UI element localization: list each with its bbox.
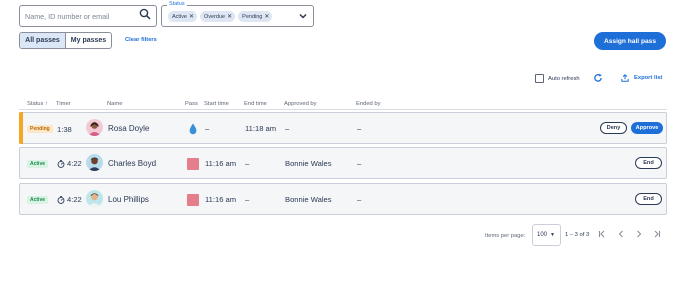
caret-down-icon: ▼	[550, 232, 555, 238]
approve-button[interactable]: Approve	[631, 122, 663, 134]
column-header-timer: Timer	[56, 101, 71, 107]
stopwatch-icon	[57, 195, 65, 204]
restroom-flag-icon	[187, 158, 199, 170]
column-header-ended-by: Ended by	[356, 101, 381, 107]
start-time: 11:16 am	[205, 159, 237, 168]
column-header-name: Name	[107, 101, 123, 107]
all-passes-tab[interactable]: All passes	[20, 33, 66, 48]
status-badge: Active	[27, 196, 49, 204]
timer-value: 1:38	[57, 125, 72, 134]
search-icon[interactable]	[139, 7, 151, 25]
end-time: 11:18 am	[245, 124, 277, 133]
upload-icon	[621, 74, 629, 82]
ended-by: –	[357, 195, 362, 204]
export-list-button[interactable]: Export list	[621, 74, 662, 82]
table-row[interactable]: Active 4:22 Lou Phillips 11:16 am – Bonn…	[19, 183, 667, 215]
stopwatch-icon	[57, 159, 65, 168]
status-badge: Active	[27, 160, 49, 168]
auto-refresh-checkbox[interactable]	[535, 74, 544, 83]
end-time: –	[245, 159, 250, 168]
status-filter-select[interactable]: Status Active ✕ Overdue ✕ Pending ✕	[161, 1, 314, 27]
status-chip-active[interactable]: Active ✕	[168, 11, 198, 22]
column-header-status[interactable]: Status ↑	[27, 101, 48, 107]
end-time: –	[245, 195, 250, 204]
student-name: Charles Boyd	[108, 159, 157, 168]
export-list-label: Export list	[634, 75, 663, 81]
ended-by: –	[357, 124, 362, 133]
restroom-flag-icon	[187, 194, 199, 206]
timer-value: 4:22	[57, 195, 82, 204]
chip-remove-icon[interactable]: ✕	[264, 13, 269, 20]
status-chip-pending[interactable]: Pending ✕	[238, 11, 273, 22]
page-range: 1 – 3 of 3	[565, 232, 590, 238]
status-chip-overdue[interactable]: Overdue ✕	[200, 11, 236, 22]
items-per-page-select[interactable]: 100 ▼	[532, 224, 561, 246]
ended-by: –	[357, 159, 362, 168]
table-row[interactable]: Active 4:22 Charles Boyd 11:16 am – Bonn…	[19, 147, 667, 179]
status-filter-legend: Status	[167, 1, 187, 7]
avatar	[86, 154, 103, 171]
next-page-icon[interactable]	[634, 229, 644, 239]
deny-button[interactable]: Deny	[600, 122, 627, 134]
start-time: 11:16 am	[205, 195, 237, 204]
status-badge: Pending	[27, 125, 53, 133]
start-time: –	[205, 124, 210, 133]
previous-page-icon[interactable]	[616, 229, 626, 239]
my-passes-tab[interactable]: My passes	[66, 33, 111, 48]
column-header-end-time: End time	[244, 101, 267, 107]
chip-remove-icon[interactable]: ✕	[189, 13, 194, 20]
avatar	[86, 190, 103, 207]
refresh-icon[interactable]	[593, 73, 603, 83]
items-per-page-label: Items per page:	[485, 233, 526, 239]
approved-by: –	[285, 124, 290, 133]
assign-hall-pass-button[interactable]: Assign hall pass	[594, 32, 666, 50]
last-page-icon[interactable]	[652, 229, 662, 239]
timer-value: 4:22	[57, 159, 82, 168]
auto-refresh-label: Auto refresh	[548, 75, 580, 82]
avatar	[86, 119, 103, 136]
end-button[interactable]: End	[635, 193, 662, 205]
auto-refresh-toggle[interactable]: Auto refresh	[535, 74, 580, 83]
search-input[interactable]: Name, ID number or email	[19, 5, 157, 27]
approved-by: Bonnie Wales	[285, 195, 332, 204]
pass-view-toggle: All passes My passes	[19, 32, 112, 49]
chip-remove-icon[interactable]: ✕	[227, 13, 232, 20]
approved-by: Bonnie Wales	[285, 159, 332, 168]
end-button[interactable]: End	[635, 157, 662, 169]
column-header-start-time: Start time	[204, 101, 229, 107]
sort-arrow-up-icon[interactable]: ↑	[45, 101, 48, 107]
table-row[interactable]: Pending 1:38 Rosa Doyle – 11:18 am – – D…	[19, 112, 667, 144]
pending-indicator-bar	[19, 112, 23, 144]
student-name: Rosa Doyle	[108, 124, 150, 133]
student-name: Lou Phillips	[108, 195, 149, 204]
first-page-icon[interactable]	[597, 229, 607, 239]
table-header-divider	[19, 109, 667, 110]
column-header-pass: Pass	[185, 101, 198, 107]
chevron-down-icon[interactable]	[298, 11, 308, 21]
search-placeholder: Name, ID number or email	[25, 11, 110, 21]
column-header-approved-by: Approved by	[284, 101, 317, 107]
water-drop-icon	[189, 123, 197, 135]
clear-filters-link[interactable]: Clear filters	[125, 37, 157, 43]
